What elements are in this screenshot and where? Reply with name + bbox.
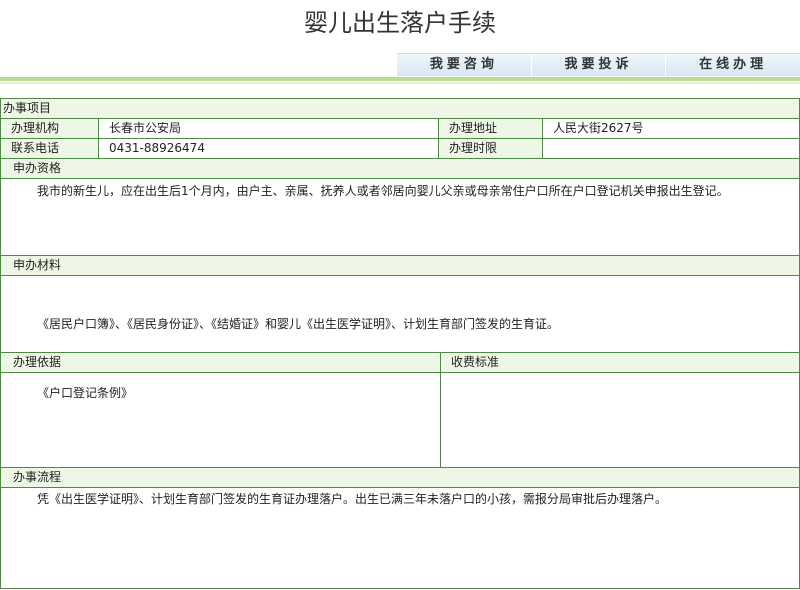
fee-title: 收费标准 [441,353,800,373]
eligibility-text: 我市的新生儿，应在出生后1个月内，由户主、亲属、抚养人或者邻居向婴儿父亲或母亲常… [37,184,729,198]
materials-text: 《居民户口簿》、《居民身份证》、《结婚证》和婴儿《出生医学证明》、计划生育部门签… [37,317,560,331]
time-limit-label: 办理时限 [439,139,543,159]
process-text: 凭《出生医学证明》、计划生育部门签发的生育证办理落户。出生已满三年未落户口的小孩… [37,492,668,506]
materials-title: 申办材料 [1,256,800,276]
header-divider-light [0,82,800,84]
eligibility-body: 我市的新生儿，应在出生后1个月内，由户主、亲属、抚养人或者邻居向婴儿父亲或母亲常… [1,179,800,256]
header-divider [0,77,800,81]
basis-title: 办理依据 [1,353,441,373]
process-title: 办事流程 [1,468,800,488]
address-value: 人民大街2627号 [543,119,800,139]
agency-label: 办理机构 [1,119,99,139]
nav-consult-link[interactable]: 我要咨询 [397,54,532,76]
materials-body: 《居民户口簿》、《居民身份证》、《结婚证》和婴儿《出生医学证明》、计划生育部门签… [1,276,800,353]
process-body: 凭《出生医学证明》、计划生育部门签发的生育证办理落户。出生已满三年未落户口的小孩… [1,488,800,589]
fee-text [441,373,799,384]
phone-value: 0431-88926474 [99,139,439,159]
nav-online-link[interactable]: 在线办理 [666,54,800,76]
basis-text: 《户口登记条例》 [37,386,134,400]
fee-body [441,373,800,468]
nav-complaint-link[interactable]: 我要投诉 [532,54,667,76]
time-limit-value [543,139,800,159]
basis-body: 《户口登记条例》 [1,373,441,468]
address-label: 办理地址 [439,119,543,139]
page-title: 婴儿出生落户手续 [304,9,496,37]
info-table: 办事项目 办理机构 长春市公安局 办理地址 人民大街2627号 联系电话 043… [0,98,800,589]
section-title-main: 办事项目 [1,99,800,119]
phone-label: 联系电话 [1,139,99,159]
eligibility-title: 申办资格 [1,159,800,179]
agency-value: 长春市公安局 [99,119,439,139]
top-nav: 我要咨询 我要投诉 在线办理 [397,53,800,76]
